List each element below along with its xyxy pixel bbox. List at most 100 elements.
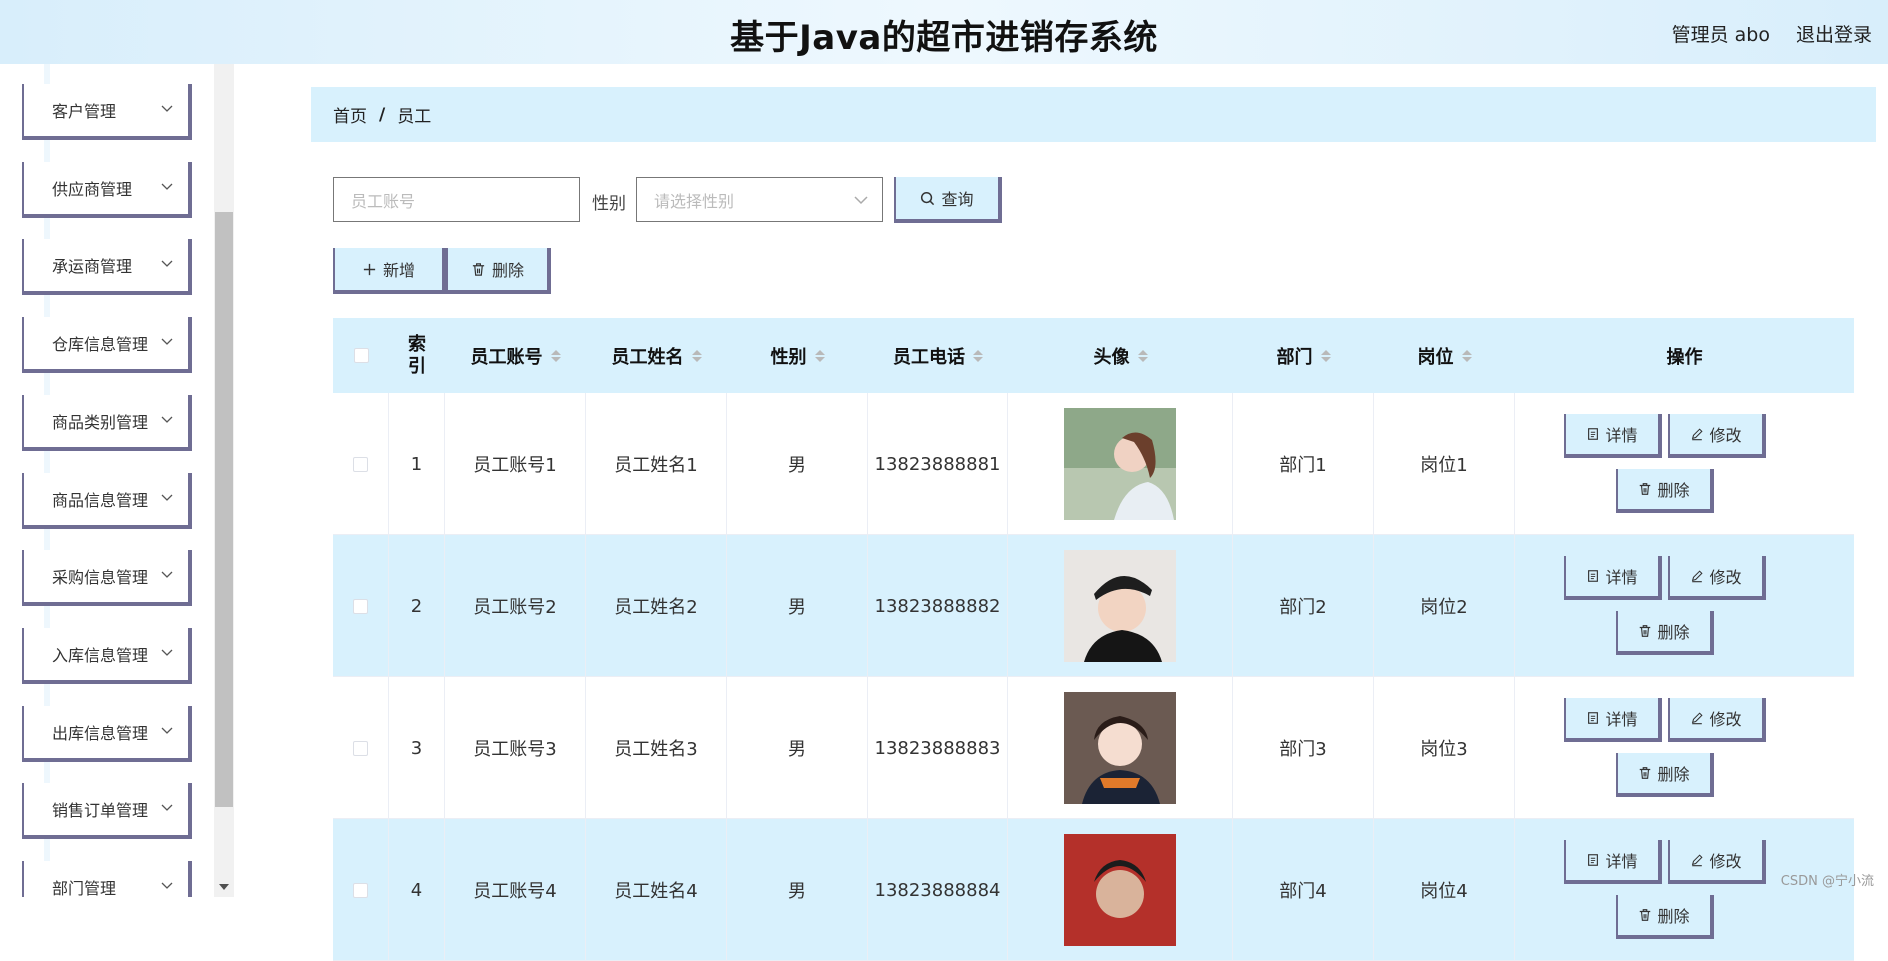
sidebar-menu-item[interactable]: 出库信息管理 bbox=[22, 706, 192, 762]
row-select-cell bbox=[333, 535, 389, 677]
sidebar-scrollbar-thumb[interactable] bbox=[215, 212, 233, 807]
header-phone[interactable]: 员工电话 bbox=[868, 318, 1008, 393]
table-row: 2员工账号2员工姓名2男13823888882部门2岗位2详情修改删除 bbox=[333, 535, 1854, 677]
header-avatar[interactable]: 头像 bbox=[1008, 318, 1233, 393]
current-user: 管理员 abo bbox=[1672, 20, 1770, 47]
header-gender[interactable]: 性别 bbox=[727, 318, 868, 393]
header-post[interactable]: 岗位 bbox=[1374, 318, 1515, 393]
avatar-image bbox=[1064, 834, 1176, 946]
header-ops: 操作 bbox=[1515, 318, 1854, 393]
sidebar-menu-item[interactable]: 供应商管理 bbox=[22, 162, 192, 218]
sidebar-menu-label: 采购信息管理 bbox=[52, 564, 148, 588]
sort-icon[interactable] bbox=[815, 350, 825, 362]
query-button[interactable]: 查询 bbox=[894, 177, 1002, 223]
cell-ops: 详情修改删除 bbox=[1515, 677, 1854, 819]
detail-button[interactable]: 详情 bbox=[1564, 698, 1662, 742]
detail-button[interactable]: 详情 bbox=[1564, 556, 1662, 600]
cell-phone: 13823888883 bbox=[868, 677, 1008, 819]
sidebar-menu-item[interactable]: 入库信息管理 bbox=[22, 628, 192, 684]
edit-button-label: 修改 bbox=[1709, 564, 1741, 588]
cell-dept: 部门2 bbox=[1233, 535, 1374, 677]
gender-select[interactable]: 请选择性别 bbox=[636, 177, 883, 222]
row-select-cell bbox=[333, 677, 389, 819]
sidebar-menu-label: 客户管理 bbox=[52, 98, 116, 122]
row-checkbox[interactable] bbox=[353, 599, 368, 614]
sort-icon[interactable] bbox=[1462, 350, 1472, 362]
sidebar-menu-label: 销售订单管理 bbox=[52, 797, 148, 821]
sidebar-menu-item[interactable]: 销售订单管理 bbox=[22, 783, 192, 839]
cell-gender: 男 bbox=[727, 677, 868, 819]
batch-delete-button-label: 删除 bbox=[492, 257, 524, 281]
account-search-input[interactable]: 员工账号 bbox=[333, 177, 580, 222]
sidebar-menu-label: 仓库信息管理 bbox=[52, 331, 148, 355]
sidebar-menu-item[interactable]: 仓库信息管理 bbox=[22, 317, 192, 373]
trash-icon bbox=[471, 262, 486, 277]
sidebar-menu-item[interactable]: 部门管理 bbox=[22, 861, 192, 897]
sort-icon[interactable] bbox=[692, 350, 702, 362]
detail-button[interactable]: 详情 bbox=[1564, 414, 1662, 458]
cell-index: 2 bbox=[389, 535, 445, 677]
edit-button[interactable]: 修改 bbox=[1668, 414, 1766, 458]
logout-link[interactable]: 退出登录 bbox=[1796, 20, 1872, 47]
cell-phone: 13823888881 bbox=[868, 393, 1008, 535]
cell-dept: 部门1 bbox=[1233, 393, 1374, 535]
cell-post: 岗位2 bbox=[1374, 535, 1515, 677]
sidebar-menu-label: 承运商管理 bbox=[52, 253, 132, 277]
document-icon bbox=[1586, 711, 1600, 725]
row-select-cell bbox=[333, 393, 389, 535]
sidebar-menu-item[interactable]: 采购信息管理 bbox=[22, 550, 192, 606]
sort-icon[interactable] bbox=[1138, 350, 1148, 362]
plus-icon bbox=[362, 262, 377, 277]
delete-button-label: 删除 bbox=[1657, 477, 1689, 501]
header-account[interactable]: 员工账号 bbox=[445, 318, 586, 393]
delete-button[interactable]: 删除 bbox=[1616, 895, 1714, 939]
sidebar-menu-item[interactable]: 商品类别管理 bbox=[22, 395, 192, 451]
chevron-down-icon bbox=[160, 103, 174, 113]
row-checkbox[interactable] bbox=[353, 741, 368, 756]
add-button-label: 新增 bbox=[383, 257, 415, 281]
breadcrumb-home[interactable]: 首页 bbox=[333, 102, 367, 127]
header-name[interactable]: 员工姓名 bbox=[586, 318, 727, 393]
delete-button-label: 删除 bbox=[1657, 761, 1689, 785]
add-button[interactable]: 新增 bbox=[333, 248, 446, 294]
header-post-label: 岗位 bbox=[1418, 343, 1454, 369]
cell-post: 岗位3 bbox=[1374, 677, 1515, 819]
chevron-down-icon bbox=[160, 414, 174, 424]
delete-button[interactable]: 删除 bbox=[1616, 469, 1714, 513]
row-checkbox[interactable] bbox=[353, 457, 368, 472]
gender-label: 性别 bbox=[592, 189, 626, 214]
edit-button-label: 修改 bbox=[1709, 422, 1741, 446]
delete-button[interactable]: 删除 bbox=[1616, 611, 1714, 655]
cell-gender: 男 bbox=[727, 535, 868, 677]
header-avatar-label: 头像 bbox=[1094, 343, 1130, 369]
trash-icon bbox=[1638, 624, 1652, 638]
cell-name: 员工姓名3 bbox=[586, 677, 727, 819]
sidebar-menu-item[interactable]: 承运商管理 bbox=[22, 239, 192, 295]
cell-phone: 13823888882 bbox=[868, 535, 1008, 677]
avatar-image bbox=[1064, 692, 1176, 804]
sidebar-menu-item[interactable]: 客户管理 bbox=[22, 84, 192, 140]
cell-name: 员工姓名4 bbox=[586, 819, 727, 961]
sort-icon[interactable] bbox=[1321, 350, 1331, 362]
select-all-checkbox[interactable] bbox=[354, 348, 369, 363]
chevron-down-icon bbox=[160, 647, 174, 657]
sort-icon[interactable] bbox=[551, 350, 561, 362]
sidebar-menu-item[interactable]: 商品信息管理 bbox=[22, 473, 192, 529]
delete-button[interactable]: 删除 bbox=[1616, 753, 1714, 797]
cell-ops: 详情 修改删除 bbox=[1515, 535, 1854, 677]
trash-icon bbox=[1638, 908, 1652, 922]
sidebar-menu-label: 商品类别管理 bbox=[52, 409, 148, 433]
breadcrumb: 首页 / 员工 bbox=[311, 87, 1876, 142]
edit-button[interactable]: 修改 bbox=[1668, 556, 1766, 600]
batch-delete-button[interactable]: 删除 bbox=[446, 248, 551, 294]
sidebar-menu-label: 部门管理 bbox=[52, 875, 116, 897]
chevron-down-icon bbox=[160, 802, 174, 812]
header-dept[interactable]: 部门 bbox=[1233, 318, 1374, 393]
row-checkbox[interactable] bbox=[353, 883, 368, 898]
header-dept-label: 部门 bbox=[1277, 343, 1313, 369]
sort-icon[interactable] bbox=[973, 350, 983, 362]
edit-button[interactable]: 修改 bbox=[1668, 840, 1766, 884]
detail-button[interactable]: 详情 bbox=[1564, 840, 1662, 884]
edit-button[interactable]: 修改 bbox=[1668, 698, 1766, 742]
scroll-down-arrow-icon[interactable] bbox=[219, 884, 229, 890]
